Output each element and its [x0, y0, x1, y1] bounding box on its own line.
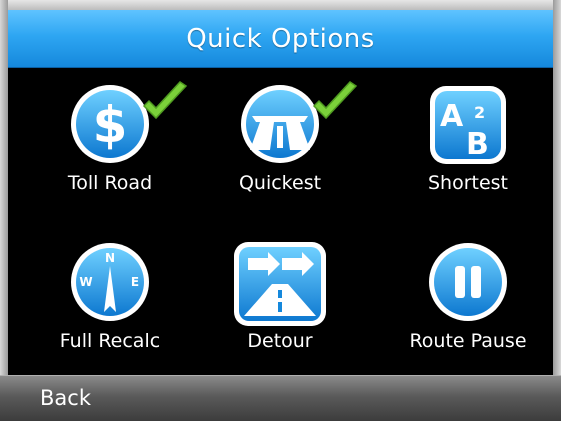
option-quickest[interactable]: Quickest — [200, 78, 360, 208]
route-pause-icon-wrap — [418, 236, 518, 326]
svg-text:N: N — [105, 251, 115, 265]
svg-text:B: B — [466, 127, 489, 162]
toll-road-icon-wrap: $ — [60, 78, 188, 168]
option-toll-road[interactable]: $ Toll Road — [30, 78, 190, 208]
full-recalc-icon-wrap: N W E — [60, 236, 160, 326]
frame-right-edge — [553, 0, 561, 420]
svg-text:W: W — [79, 275, 92, 289]
svg-text:A: A — [440, 99, 464, 134]
detour-icon-wrap — [230, 236, 330, 326]
bottom-bar: Back — [0, 375, 561, 421]
a-to-b-icon: A 2 B — [430, 86, 506, 164]
frame-top-edge — [0, 0, 561, 10]
option-label: Shortest — [427, 172, 509, 194]
option-full-recalc[interactable]: N W E Full Recalc — [30, 236, 190, 366]
option-label: Quickest — [238, 172, 322, 194]
quickest-icon-wrap — [230, 78, 358, 168]
options-grid: $ Toll Road Quickest A 2 B Shortest N W … — [8, 68, 553, 375]
detour-icon — [234, 242, 326, 326]
svg-text:2: 2 — [474, 103, 485, 122]
option-route-pause[interactable]: Route Pause — [388, 236, 548, 366]
check-icon — [312, 81, 358, 120]
svg-text:$: $ — [93, 96, 128, 154]
shortest-icon-wrap: A 2 B — [418, 78, 518, 168]
back-button[interactable]: Back — [40, 386, 91, 410]
page-title: Quick Options — [186, 23, 375, 54]
option-label: Detour — [247, 330, 313, 352]
check-icon — [142, 81, 188, 120]
option-detour[interactable]: Detour — [200, 236, 360, 366]
option-label: Full Recalc — [59, 330, 161, 352]
option-shortest[interactable]: A 2 B Shortest — [388, 78, 548, 208]
title-bar: Quick Options — [8, 10, 553, 68]
svg-text:E: E — [131, 275, 139, 289]
pause-icon — [429, 243, 507, 321]
quick-options-screen: Quick Options $ Toll Road Quickest A 2 B… — [0, 0, 561, 421]
compass-icon: N W E — [71, 243, 149, 321]
option-label: Toll Road — [67, 172, 153, 194]
frame-left-edge — [0, 0, 8, 420]
option-label: Route Pause — [409, 330, 527, 352]
